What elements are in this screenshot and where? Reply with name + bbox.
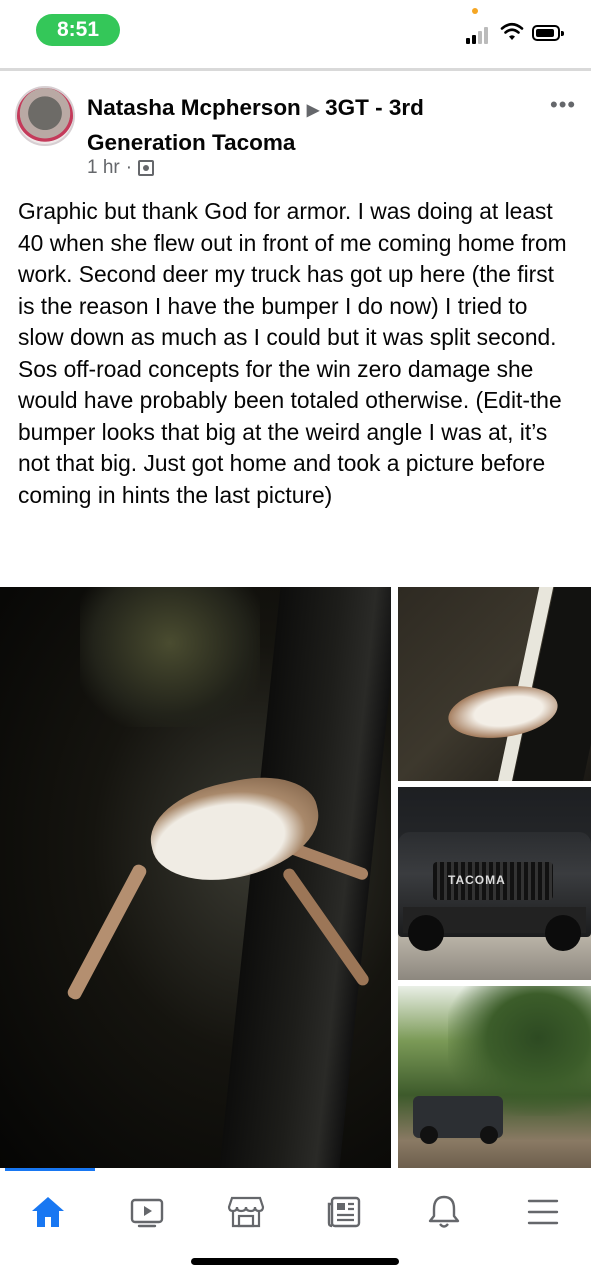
author-name[interactable]: Natasha Mcpherson [87,95,301,120]
wifi-icon [500,22,524,40]
post-body-text: Graphic but thank God for armor. I was d… [18,198,574,508]
more-options-icon[interactable]: ••• [550,92,576,118]
bell-icon [428,1195,460,1228]
post-header: Natasha Mcpherson ▶ 3GT - 3rd Generation T… [87,92,527,159]
post-time[interactable]: 1 hr [87,157,120,179]
tab-home[interactable] [18,1182,78,1242]
tab-notifications[interactable] [414,1182,474,1242]
post-photo-4[interactable] [398,986,591,1168]
bumper-logo-text: TACOMA [448,873,506,887]
post-photo-1[interactable] [0,587,391,1168]
post-photo-3[interactable]: TACOMA [398,787,591,980]
group-audience-icon [138,160,155,176]
status-time: 8:51 [36,14,120,46]
post-meta: 1 hr · [87,157,155,179]
author-avatar[interactable] [15,86,75,146]
active-tab-indicator [5,1168,95,1171]
tab-news[interactable] [315,1182,375,1242]
header-divider [0,68,591,71]
marketplace-icon [227,1196,265,1228]
tab-marketplace[interactable] [216,1182,276,1242]
tab-video[interactable] [117,1182,177,1242]
video-icon [130,1198,164,1228]
battery-icon [532,25,564,41]
post-photo-2[interactable] [398,587,591,781]
signal-icon [466,26,492,44]
status-bar: 8:51 [0,0,591,68]
news-icon [327,1196,361,1228]
meta-separator: · [125,157,133,178]
shared-to-arrow-icon: ▶ [306,102,320,119]
home-indicator[interactable] [191,1258,399,1265]
tab-menu[interactable] [513,1182,573,1242]
menu-icon [527,1199,559,1225]
home-icon [32,1197,64,1227]
privacy-indicator [472,8,478,14]
